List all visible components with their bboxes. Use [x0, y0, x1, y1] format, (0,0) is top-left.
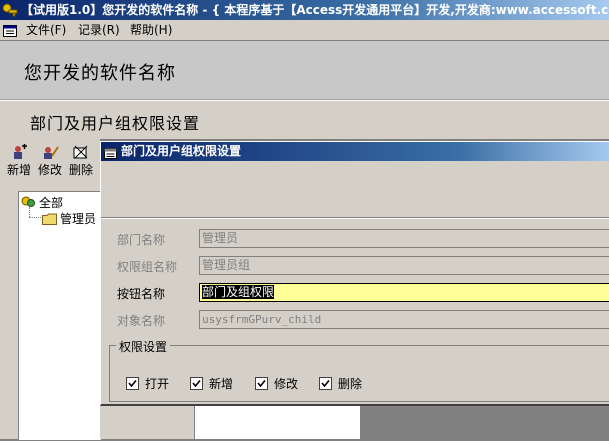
check-icon — [319, 377, 332, 390]
dialog-title: 部门及用户组权限设置 — [121, 144, 242, 158]
permission-group-title: 权限设置 — [116, 338, 171, 355]
checkbox-add[interactable]: 新增 — [190, 375, 233, 392]
button-name-value: 部门及组权限 — [202, 285, 275, 299]
new-label: 新增 — [6, 163, 31, 177]
permission-group-field[interactable]: 管理员组 — [199, 256, 609, 275]
tree-admin-label: 管理员 — [60, 212, 97, 226]
edit-label: 修改 — [37, 163, 62, 177]
section-title: 部门及用户组权限设置 — [30, 114, 201, 133]
folder-icon — [42, 213, 57, 225]
checkbox-edit-label: 修改 — [274, 377, 299, 391]
permission-dialog: 部门及用户组权限设置 部门名称 管理员 权限组名称 管理员组 按钮名称 部门及组… — [100, 141, 609, 406]
permission-groupbox: 权限设置 打开 新增 修改 删除 — [109, 338, 609, 402]
menu-file[interactable]: 文件(F) — [24, 20, 68, 40]
subheader-band: 部门及用户组权限设置 — [0, 100, 609, 140]
department-tree[interactable]: 全部 管理员 — [18, 191, 102, 441]
dialog-titlebar[interactable]: 部门及用户组权限设置 — [101, 142, 609, 161]
new-button[interactable]: 新增 — [4, 144, 34, 178]
background-area — [100, 403, 194, 439]
delete-icon — [73, 145, 88, 159]
edit-icon — [44, 146, 59, 159]
app-titlebar: 【试用版1.0】您开发的软件名称 - { 本程序基于【Access开发通用平台】… — [0, 0, 609, 20]
object-name-label: 对象名称 — [117, 314, 166, 328]
checkbox-edit[interactable]: 修改 — [255, 375, 298, 392]
permission-group-label: 权限组名称 — [117, 260, 178, 274]
edit-button[interactable]: 修改 — [35, 144, 65, 178]
check-icon — [190, 377, 203, 390]
tree-node-root[interactable]: 全部 — [21, 194, 63, 211]
background-mdi — [360, 403, 609, 439]
department-name-field[interactable]: 管理员 — [199, 229, 609, 248]
tree-connector-h — [29, 217, 41, 218]
object-name-field[interactable]: usysfrmGPurv_child — [199, 310, 609, 329]
app-title: 【试用版1.0】您开发的软件名称 - { 本程序基于【Access开发通用平台】… — [21, 3, 609, 17]
checkbox-open-label: 打开 — [145, 377, 170, 391]
menubar: 文件(F) 记录(R) 帮助(H) — [0, 20, 609, 41]
checkbox-add-label: 新增 — [209, 377, 234, 391]
header-band: 您开发的软件名称 — [0, 41, 609, 100]
system-menu-icon[interactable] — [3, 23, 17, 37]
button-name-label: 按钮名称 — [117, 287, 166, 301]
tree-root-label: 全部 — [39, 196, 64, 210]
new-icon — [14, 144, 27, 159]
form-icon — [104, 146, 117, 159]
menu-help[interactable]: 帮助(H) — [128, 20, 174, 40]
button-name-field[interactable]: 部门及组权限 — [199, 283, 609, 302]
checkbox-delete[interactable]: 删除 — [319, 375, 362, 392]
delete-label: 删除 — [68, 163, 93, 177]
checkbox-delete-label: 删除 — [338, 377, 363, 391]
software-name-heading: 您开发的软件名称 — [24, 63, 176, 84]
app-key-icon — [2, 2, 18, 18]
tree-node-admin[interactable]: 管理员 — [42, 210, 96, 227]
check-icon — [255, 377, 268, 390]
check-icon — [126, 377, 139, 390]
department-name-label: 部门名称 — [117, 233, 166, 247]
tree-connector — [29, 207, 30, 217]
delete-button[interactable]: 删除 — [66, 144, 96, 178]
left-panel: 新增 修改 删除 全部 管理员 — [0, 139, 102, 441]
checkbox-open[interactable]: 打开 — [126, 375, 169, 392]
background-list — [194, 403, 361, 439]
menu-record[interactable]: 记录(R) — [76, 20, 122, 40]
divider — [101, 217, 609, 219]
